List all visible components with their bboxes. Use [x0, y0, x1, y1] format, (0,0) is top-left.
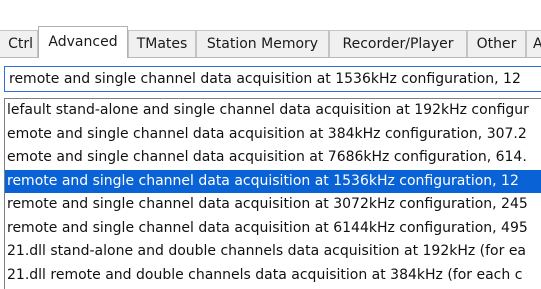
dropdown-option[interactable]: remote and single channel data acquisiti… — [5, 193, 541, 217]
dropdown-option[interactable]: lefault stand-alone and single channel d… — [5, 99, 541, 123]
tab-recorder-player[interactable]: Recorder/Player — [329, 30, 467, 57]
tab-tmates[interactable]: TMates — [128, 30, 196, 57]
tab-station-memory[interactable]: Station Memory — [196, 30, 329, 57]
tab-advanced[interactable]: Advanced — [38, 26, 128, 58]
tab-strip: Ctrl Advanced TMates Station Memory Reco… — [0, 0, 541, 58]
configuration-dropdown-list[interactable]: lefault stand-alone and single channel d… — [4, 98, 541, 289]
dropdown-option[interactable]: emote and single channel data acquisitio… — [5, 146, 541, 170]
dropdown-option[interactable]: 21.dll stand-alone and double channels d… — [5, 240, 541, 264]
dropdown-option[interactable]: remote and single channel data acquisiti… — [5, 217, 541, 241]
configuration-combo-box[interactable]: remote and single channel data acquisiti… — [4, 66, 541, 92]
dropdown-option[interactable]: emote and single channel data acquisitio… — [5, 123, 541, 147]
tab-ctrl[interactable]: Ctrl — [0, 30, 38, 57]
dropdown-option[interactable]: 21.dll remote and double channels data a… — [5, 264, 541, 288]
dropdown-option-selected[interactable]: remote and single channel data acquisiti… — [5, 169, 541, 193]
tab-truncated[interactable]: A — [526, 30, 541, 57]
settings-window: Ctrl Advanced TMates Station Memory Reco… — [0, 0, 541, 289]
tab-other[interactable]: Other — [467, 30, 526, 57]
